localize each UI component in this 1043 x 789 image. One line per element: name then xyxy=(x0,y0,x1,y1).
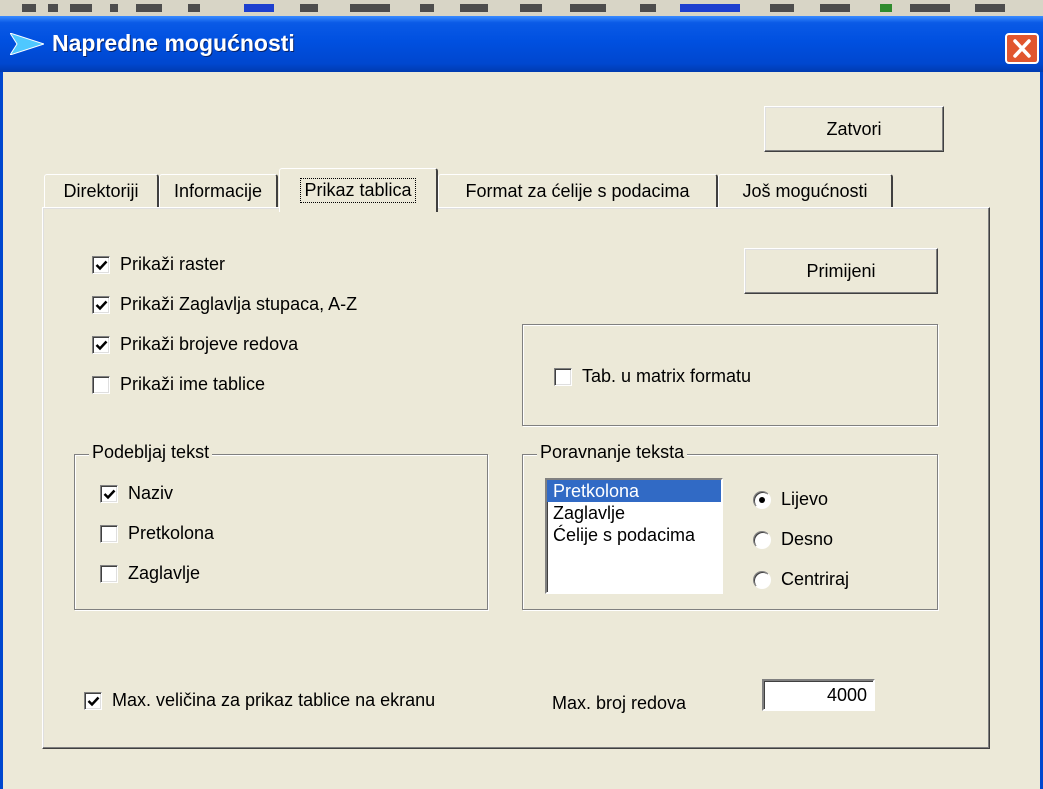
close-button[interactable]: Zatvori xyxy=(764,106,944,152)
radio-label: Centriraj xyxy=(781,569,850,589)
max-rows-label: Max. broj redova xyxy=(552,693,687,713)
tab-cell-format[interactable]: Format za ćelije s podacima xyxy=(438,174,718,208)
bold-title-checkbox[interactable]: Naziv xyxy=(100,483,173,504)
radio-circle xyxy=(753,490,771,509)
radio-label: Lijevo xyxy=(781,489,829,509)
show-column-headers-checkbox[interactable]: Prikaži Zaglavlja stupaca, A-Z xyxy=(92,294,357,315)
list-item[interactable]: Zaglavlje xyxy=(547,502,721,524)
bold-stub-checkbox[interactable]: Pretkolona xyxy=(100,523,214,544)
checkbox-label: Pretkolona xyxy=(128,523,215,543)
apply-button-label: Primijeni xyxy=(806,260,876,281)
checkbox-label: Prikaži brojeve redova xyxy=(120,334,299,354)
align-center-radio[interactable]: Centriraj xyxy=(753,569,849,590)
bold-text-group-title: Podebljaj tekst xyxy=(89,442,213,463)
close-window-button[interactable] xyxy=(1005,33,1039,64)
checkbox-box xyxy=(92,335,110,354)
tab-label: Direktoriji xyxy=(63,181,139,201)
tab-information[interactable]: Informacije xyxy=(159,174,278,208)
matrix-format-checkbox[interactable]: Tab. u matrix formatu xyxy=(554,366,751,387)
checkbox-label: Prikaži raster xyxy=(120,254,226,274)
checkbox-box xyxy=(100,524,118,543)
checkbox-box xyxy=(100,564,118,583)
checkbox-label: Tab. u matrix formatu xyxy=(582,366,752,386)
bold-header-checkbox[interactable]: Zaglavlje xyxy=(100,563,200,584)
checkbox-box xyxy=(92,375,110,394)
checkbox-box xyxy=(84,691,102,710)
checkbox-box xyxy=(100,484,118,503)
show-table-name-checkbox[interactable]: Prikaži ime tablice xyxy=(92,374,265,395)
checkbox-label: Prikaži ime tablice xyxy=(120,374,266,394)
checkbox-label: Max. veličina za prikaz tablice na ekran… xyxy=(112,690,436,710)
tab-label: Format za ćelije s podacima xyxy=(465,181,690,201)
checkbox-box xyxy=(92,255,110,274)
list-item[interactable]: Ćelije s podacima xyxy=(547,524,721,546)
app-arrow-icon xyxy=(8,32,46,60)
max-display-size-checkbox[interactable]: Max. veličina za prikaz tablice na ekran… xyxy=(84,690,435,711)
tab-label: Informacije xyxy=(173,181,263,201)
align-left-radio[interactable]: Lijevo xyxy=(753,489,828,510)
show-row-numbers-checkbox[interactable]: Prikaži brojeve redova xyxy=(92,334,298,355)
close-icon xyxy=(1007,39,1037,66)
text-alignment-group-title: Poravnanje teksta xyxy=(537,442,688,463)
checkbox-box xyxy=(92,295,110,314)
max-rows-input[interactable] xyxy=(762,679,875,711)
background-window-strip xyxy=(0,0,1043,16)
radio-label: Desno xyxy=(781,529,834,549)
tab-more-options[interactable]: Još mogućnosti xyxy=(718,174,893,208)
align-right-radio[interactable]: Desno xyxy=(753,529,833,550)
show-grid-checkbox[interactable]: Prikaži raster xyxy=(92,254,225,275)
list-item[interactable]: Pretkolona xyxy=(547,480,721,502)
checkbox-label: Naziv xyxy=(128,483,174,503)
alignment-target-list[interactable]: Pretkolona Zaglavlje Ćelije s podacima xyxy=(545,478,723,594)
window-title: Napredne mogućnosti xyxy=(52,30,295,56)
radio-circle xyxy=(753,530,771,549)
title-bar[interactable]: Napredne mogućnosti xyxy=(0,16,1043,72)
radio-circle xyxy=(753,570,771,589)
tab-label: Još mogućnosti xyxy=(742,181,868,201)
checkbox-label: Prikaži Zaglavlja stupaca, A-Z xyxy=(120,294,358,314)
close-button-label: Zatvori xyxy=(826,118,882,139)
tab-directories[interactable]: Direktoriji xyxy=(44,174,159,208)
apply-button[interactable]: Primijeni xyxy=(744,248,938,294)
tab-table-display[interactable]: Prikaz tablica xyxy=(279,168,438,212)
checkbox-box xyxy=(554,367,572,386)
tab-label: Prikaz tablica xyxy=(300,178,416,203)
checkbox-label: Zaglavlje xyxy=(128,563,201,583)
